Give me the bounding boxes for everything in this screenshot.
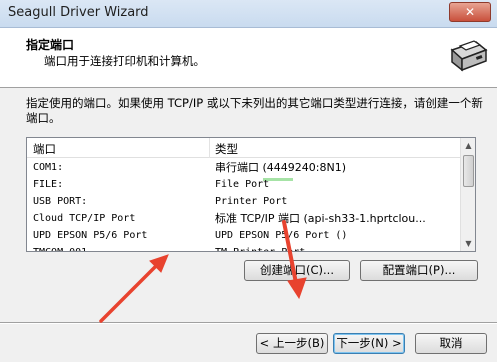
create-port-button[interactable]: 创建端口(C)... — [244, 260, 350, 281]
list-item[interactable]: TMCOM 001 TM Printer Port — [27, 244, 462, 251]
port-name: Cloud TCP/IP Port — [33, 213, 136, 224]
list-item[interactable]: COM1: 串行端口 (4449240:8N1) — [27, 159, 462, 176]
port-type: UPD EPSON P5/6 Port () — [215, 230, 348, 241]
column-header-port[interactable]: 端口 — [33, 141, 56, 157]
port-type: Printer Port — [215, 196, 288, 207]
list-item[interactable]: USB PORT: Printer Port — [27, 193, 462, 210]
footer-divider — [0, 322, 497, 324]
list-item[interactable]: UPD EPSON P5/6 Port UPD EPSON P5/6 Port … — [27, 227, 462, 244]
wizard-header: 指定端口 端口用于连接打印机和计算机。 — [0, 28, 497, 88]
scroll-up-icon[interactable]: ▲ — [461, 138, 475, 153]
port-type: 串行端口 (4449240:8N1) — [215, 161, 347, 174]
title-bar[interactable]: Seagull Driver Wizard ✕ — [0, 0, 497, 28]
driver-wizard-window: Seagull Driver Wizard ✕ 指定端口 端口用于连接打印机和计… — [0, 0, 497, 362]
list-item[interactable]: Cloud TCP/IP Port 标准 TCP/IP 端口 (api-sh33… — [27, 210, 462, 227]
port-list[interactable]: 端口 类型 COM1: 串行端口 (4449240:8N1) FILE: Fil… — [26, 137, 476, 252]
close-button[interactable]: ✕ — [449, 2, 491, 22]
cancel-button[interactable]: 取消 — [415, 333, 487, 354]
next-button[interactable]: 下一步(N) > — [333, 333, 405, 354]
port-name: FILE: — [33, 179, 64, 190]
column-divider[interactable] — [209, 138, 210, 158]
scroll-thumb[interactable] — [463, 155, 474, 187]
port-type: TM Printer Port — [215, 244, 305, 251]
port-name: USB PORT: — [33, 196, 88, 207]
annotation-arrow-left-icon — [99, 254, 169, 323]
window-title: Seagull Driver Wizard — [8, 5, 149, 20]
back-button[interactable]: < 上一步(B) — [256, 333, 328, 354]
port-name: TMCOM 001 — [33, 244, 87, 251]
list-item[interactable]: FILE: File Port — [27, 176, 462, 193]
printer-icon — [446, 32, 490, 76]
port-type: 标准 TCP/IP 端口 (api-sh33-1.hprtclou... — [215, 212, 426, 225]
port-type: File Port — [215, 179, 270, 190]
scroll-down-icon[interactable]: ▼ — [461, 236, 475, 251]
close-icon: ✕ — [464, 5, 476, 19]
port-name: COM1: — [33, 162, 64, 173]
port-list-scrollbar[interactable]: ▲ ▼ — [460, 138, 475, 251]
instruction-text: 指定使用的端口。如果使用 TCP/IP 或以下未列出的其它端口类型进行连接，请创… — [26, 96, 483, 125]
page-title: 指定端口 — [26, 38, 75, 52]
column-header-type[interactable]: 类型 — [215, 141, 238, 157]
port-name: UPD EPSON P5/6 Port — [33, 230, 148, 241]
port-list-header: 端口 类型 — [27, 138, 462, 158]
configure-port-button[interactable]: 配置端口(P)... — [360, 260, 478, 281]
page-subtitle: 端口用于连接打印机和计算机。 — [44, 54, 205, 68]
